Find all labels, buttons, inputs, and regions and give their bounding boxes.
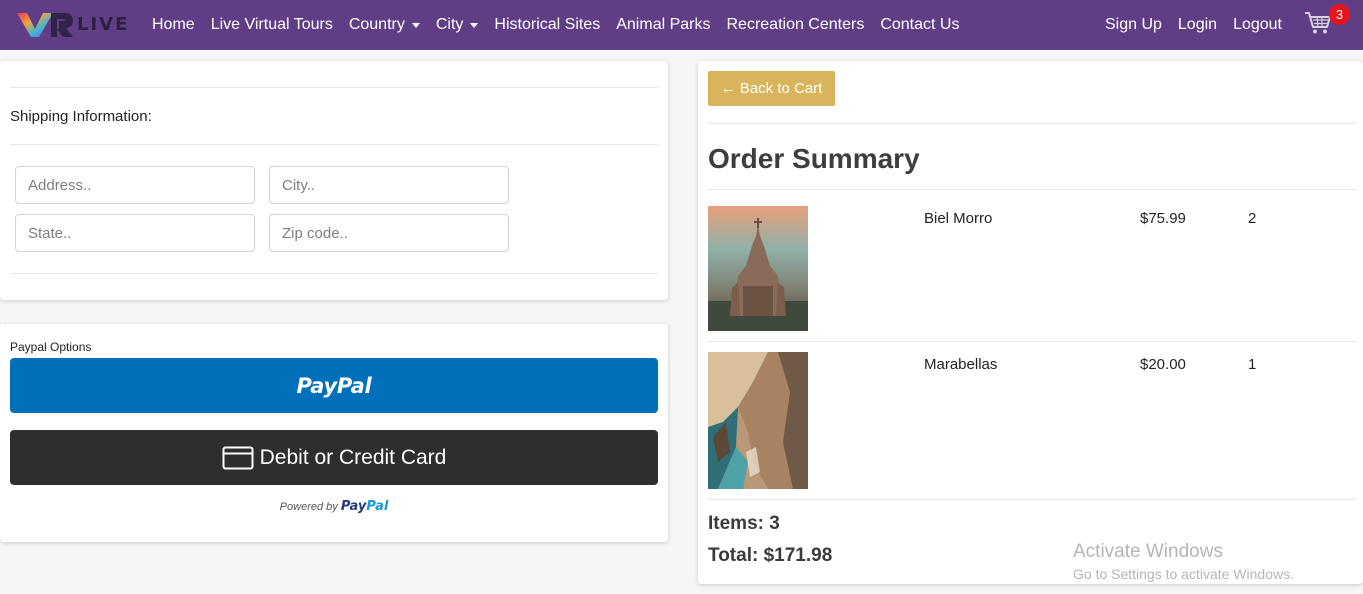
main-nav: Home Live Virtual Tours Country City His…	[144, 0, 967, 50]
paypal-wordmark-pal: Pal	[366, 499, 389, 514]
site-logo[interactable]: LIVE	[15, 9, 130, 39]
paypal-button[interactable]: PayPal	[10, 358, 658, 413]
divider	[708, 123, 1356, 124]
divider	[10, 87, 658, 88]
city-input[interactable]	[269, 166, 509, 204]
powered-by-text: Powered by	[279, 501, 338, 513]
account-nav: Sign Up Login Logout	[1097, 0, 1290, 50]
nav-historical-sites[interactable]: Historical Sites	[486, 16, 608, 34]
address-input[interactable]	[15, 166, 255, 204]
paypal-wordmark: PayPal	[341, 499, 388, 514]
shipping-heading: Shipping Information:	[10, 108, 152, 125]
item-price: $20.00	[1140, 356, 1186, 373]
divider	[708, 499, 1356, 500]
order-total: Total: $171.98	[708, 545, 833, 566]
card-button-label: Debit or Credit Card	[259, 445, 447, 469]
divider	[708, 189, 1356, 190]
activate-windows-subtitle: Go to Settings to activate Windows.	[1073, 566, 1294, 582]
nav-recreation-centers[interactable]: Recreation Centers	[718, 16, 872, 34]
item-price: $75.99	[1140, 210, 1186, 227]
paypal-button-label: PayPal	[296, 373, 372, 398]
coastal-cliff-photo	[708, 352, 808, 489]
cathedral-photo	[708, 206, 808, 331]
nav-country-label: Country	[348, 16, 405, 33]
powered-by-paypal: Powered by PayPal	[0, 499, 668, 514]
nav-home[interactable]: Home	[144, 16, 203, 34]
paypal-options-label: Paypal Options	[10, 340, 92, 354]
divider	[10, 144, 658, 145]
item-name: Biel Morro	[924, 210, 993, 227]
item-name: Marabellas	[924, 356, 998, 373]
divider	[708, 341, 1356, 342]
debit-credit-card-button[interactable]: Debit or Credit Card	[10, 430, 658, 485]
top-navbar: LIVE Home Live Virtual Tours Country Cit…	[0, 0, 1363, 50]
shipping-card: Shipping Information:	[0, 61, 668, 300]
vr-logo-icon	[17, 13, 73, 37]
nav-city-dropdown[interactable]: City	[428, 16, 487, 34]
credit-card-icon	[222, 446, 254, 469]
divider	[10, 273, 658, 274]
item-quantity: 2	[1248, 210, 1257, 227]
payment-card: Paypal Options PayPal Debit or Credit Ca…	[0, 324, 668, 542]
cart-count-badge: 3	[1329, 4, 1350, 25]
shopping-cart-icon[interactable]	[1304, 10, 1332, 36]
nav-logout[interactable]: Logout	[1225, 16, 1290, 34]
back-to-cart-button[interactable]: ← Back to Cart	[708, 71, 835, 106]
paypal-wordmark-pay: Pay	[340, 499, 367, 514]
activate-windows-title: Activate Windows	[1073, 541, 1223, 562]
nav-live-virtual-tours[interactable]: Live Virtual Tours	[203, 16, 341, 34]
order-summary-title: Order Summary	[708, 143, 920, 174]
logo-text: LIVE	[77, 13, 130, 35]
nav-country-dropdown[interactable]: Country	[341, 16, 428, 34]
items-count: Items: 3	[708, 513, 780, 534]
nav-animal-parks[interactable]: Animal Parks	[608, 16, 718, 34]
item-quantity: 1	[1248, 356, 1257, 373]
nav-login[interactable]: Login	[1170, 16, 1225, 34]
nav-sign-up[interactable]: Sign Up	[1097, 16, 1170, 34]
order-summary-card: ← Back to Cart Order Summary Biel Morro …	[698, 61, 1363, 584]
nav-contact-us[interactable]: Contact Us	[872, 16, 967, 34]
state-input[interactable]	[15, 214, 255, 252]
nav-city-label: City	[435, 16, 464, 33]
chevron-down-icon	[470, 22, 479, 28]
zip-code-input[interactable]	[269, 214, 509, 252]
chevron-down-icon	[411, 22, 420, 28]
